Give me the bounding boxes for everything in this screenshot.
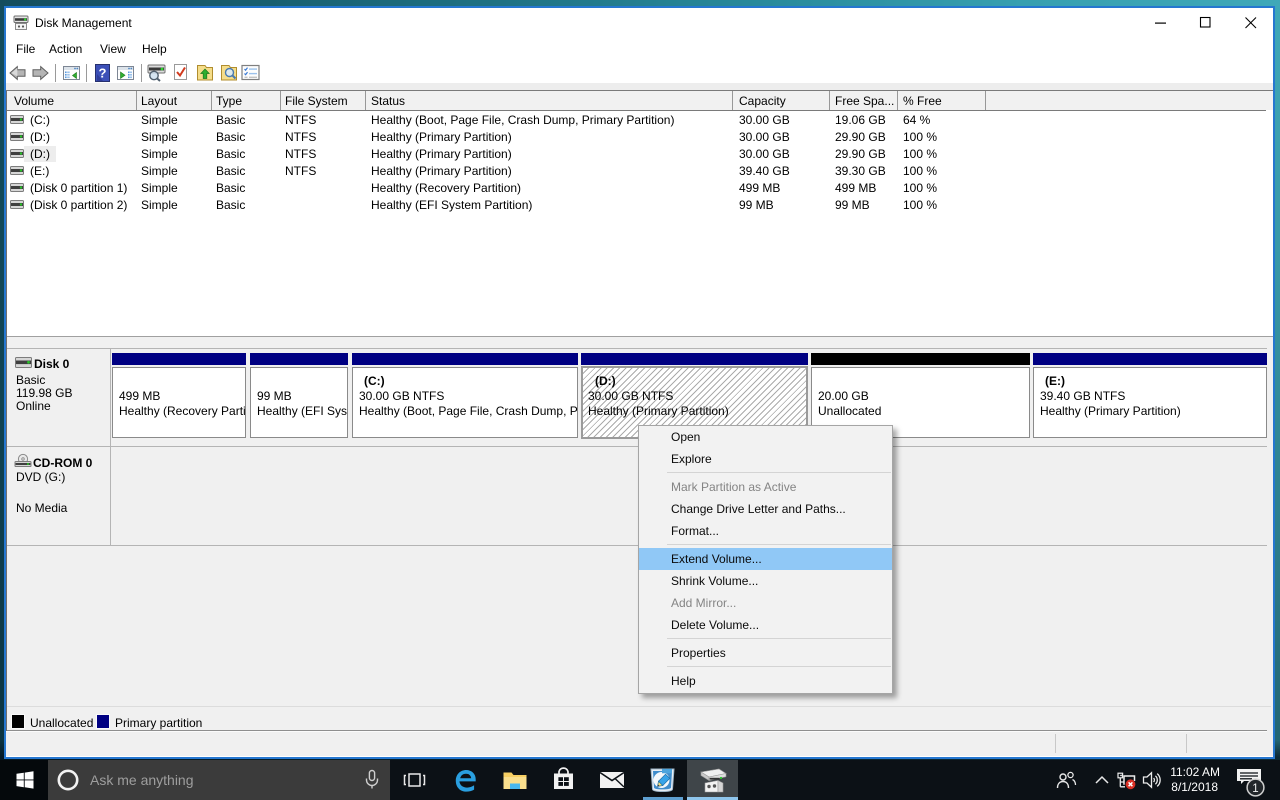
svg-text:1: 1 (1252, 783, 1258, 795)
svg-text:?: ? (99, 66, 107, 81)
